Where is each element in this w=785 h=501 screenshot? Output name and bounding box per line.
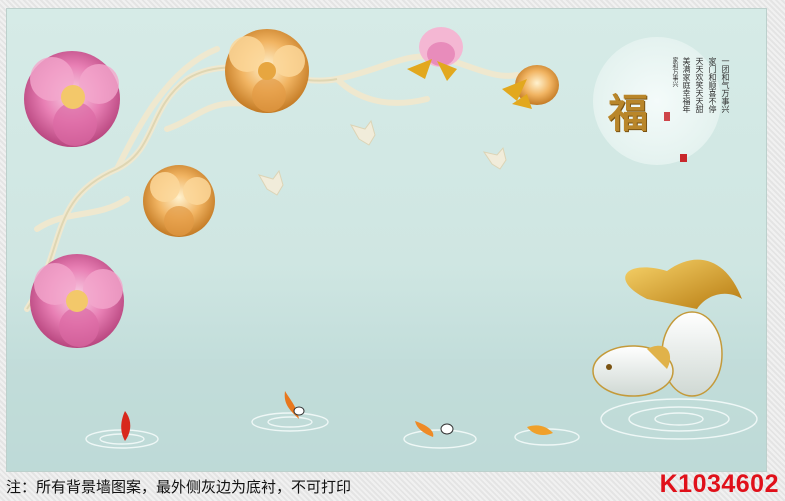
- poem-line-3: 天天欢笑天天甜: [695, 57, 704, 113]
- butterflies: [257, 119, 507, 196]
- poem-vertical: 一团和气万事兴 家门和顺喜不停 天天欢笑天天甜 美满家庭幸福年 家和万事兴: [671, 57, 730, 157]
- fu-character: 福: [608, 90, 648, 137]
- pink-peony-top: [24, 51, 120, 147]
- printing-note: 注：所有背景墙图案，最外侧灰边为底衬，不可打印: [6, 478, 352, 496]
- poem-line-1: 一团和气万事兴: [721, 57, 730, 113]
- mural-image: 福 一团和气万事兴 家门和顺喜不停 天天欢笑天天甜 美满家庭幸福年 家和万事兴: [6, 8, 767, 472]
- gold-peony-top: [225, 29, 309, 113]
- mural-artwork: [7, 27, 766, 471]
- poem-line-4: 美满家庭幸福年: [682, 57, 691, 113]
- gold-bud: [502, 65, 559, 109]
- pink-peony-bottom: [30, 254, 124, 348]
- poem-line-2: 家门和顺喜不停: [708, 57, 717, 113]
- gold-peony-middle: [143, 165, 215, 237]
- poem-signature: 家和万事兴: [671, 57, 678, 87]
- product-code: K1034602: [659, 470, 779, 498]
